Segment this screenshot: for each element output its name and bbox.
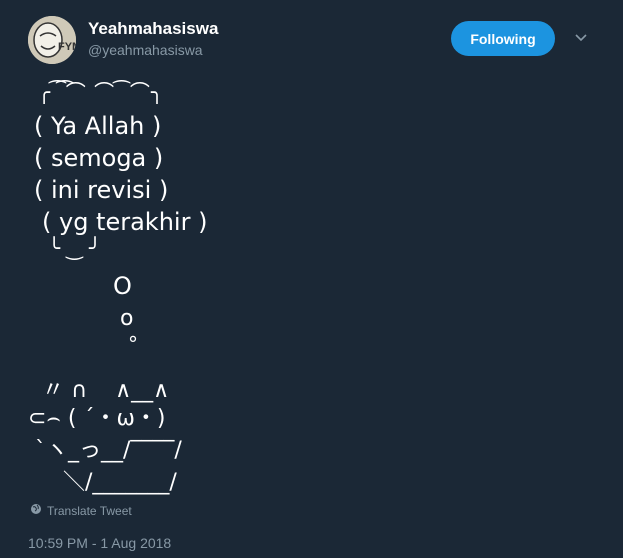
bubble-line-2: ( semoga ) — [34, 144, 164, 172]
globe-icon — [30, 503, 42, 518]
cat-line-2: ⊂⌢ ( ´・ω・) — [28, 406, 166, 431]
avatar-text: FYM — [58, 41, 76, 53]
bubble-line-1: ( Ya Allah ) — [34, 112, 162, 140]
translate-tweet-link[interactable]: Translate Tweet — [30, 503, 132, 518]
cat-line-3: `ヽ_っ__/‾‾‾‾/ — [28, 438, 182, 463]
user-name[interactable]: Yeahmahasiswa — [88, 19, 218, 39]
thought-dot-small: ° — [128, 332, 138, 356]
bubble-line-3: ( ini revisi ) — [34, 176, 169, 204]
bubble-top: ╭ ͡ ͡⌒ ⌒ ͡ ⌒╮ — [38, 80, 164, 104]
cat-line-4: ＼/_______/ — [28, 470, 177, 495]
tweet-timestamp[interactable]: 10:59 PM - 1 Aug 2018 — [28, 535, 171, 551]
translate-label: Translate Tweet — [47, 503, 132, 518]
thought-dot-large: O — [113, 272, 132, 300]
bubble-line-4: ( yg terakhir ) — [42, 208, 208, 236]
tweet-ascii-art: ╭ ͡ ͡⌒ ⌒ ͡ ⌒╮ ( Ya Allah ) ( semoga ) ( … — [28, 76, 328, 496]
user-handle[interactable]: @yeahmahasiswa — [88, 42, 203, 58]
avatar[interactable]: FYM — [28, 16, 76, 64]
bubble-bottom: ╰ ‿ ╯ — [48, 236, 101, 260]
chevron-down-icon[interactable] — [573, 30, 589, 46]
thought-dot-medium: o — [120, 306, 134, 331]
following-button[interactable]: Following — [451, 21, 555, 56]
